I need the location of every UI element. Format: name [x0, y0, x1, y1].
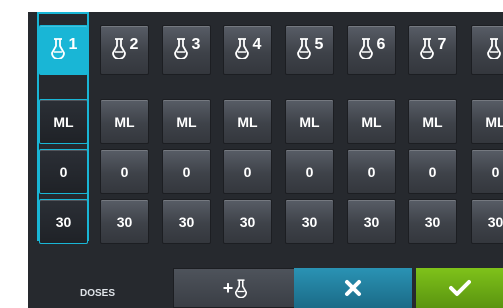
cancel-button[interactable]	[294, 268, 412, 308]
dose-amount-field[interactable]: 30	[223, 199, 272, 244]
unit-button[interactable]: ML	[347, 99, 396, 144]
flask-icon	[234, 278, 248, 298]
dose-value-field[interactable]: 0	[39, 149, 88, 194]
unit-button[interactable]: ML	[408, 99, 457, 144]
column-header-6[interactable]: 6	[347, 25, 396, 75]
flask-icon	[296, 37, 312, 64]
column-header-8[interactable]	[471, 25, 503, 75]
dose-column-3[interactable]: 3 ML 0 30	[160, 12, 222, 244]
dose-value-field[interactable]: 0	[347, 149, 396, 194]
column-header-3[interactable]: 3	[162, 25, 211, 75]
flask-icon	[358, 37, 374, 64]
column-header-2[interactable]: 2	[100, 25, 149, 75]
dose-value-field[interactable]: 0	[408, 149, 457, 194]
dose-value-field[interactable]: 0	[285, 149, 334, 194]
dose-value-field[interactable]: 0	[100, 149, 149, 194]
dose-amount-field[interactable]: 30	[100, 199, 149, 244]
dose-column-1[interactable]: 1 ML 0 30	[37, 12, 99, 244]
unit-button[interactable]: ML	[223, 99, 272, 144]
check-icon	[448, 279, 471, 297]
dose-amount-field[interactable]: 30	[285, 199, 334, 244]
unit-button[interactable]: ML	[471, 99, 503, 144]
dose-value-field[interactable]: 0	[223, 149, 272, 194]
flask-icon	[50, 37, 66, 64]
dose-column-2[interactable]: 2 ML 0 30	[98, 12, 160, 244]
column-number: 5	[314, 36, 324, 53]
column-number: 7	[437, 36, 447, 53]
column-number: 3	[191, 36, 201, 53]
column-number: 4	[252, 36, 262, 53]
dose-column-8[interactable]: ML 0 30	[469, 12, 503, 244]
dose-column-7[interactable]: 7 ML 0 30	[406, 12, 468, 244]
dose-panel: 1 ML 0 30 2 ML 0 30 3 ML 0 30 4 ML 0 30 …	[28, 12, 503, 308]
column-header-7[interactable]: 7	[408, 25, 457, 75]
column-header-1[interactable]: 1	[39, 25, 88, 75]
unit-button[interactable]: ML	[162, 99, 211, 144]
dose-amount-field[interactable]: 30	[162, 199, 211, 244]
unit-button[interactable]: ML	[285, 99, 334, 144]
unit-button[interactable]: ML	[39, 99, 88, 144]
dose-column-6[interactable]: 6 ML 0 30	[345, 12, 407, 244]
flask-icon	[234, 37, 250, 64]
close-icon	[344, 279, 362, 297]
flask-icon	[419, 37, 435, 64]
dose-amount-field[interactable]: 30	[347, 199, 396, 244]
unit-button[interactable]: ML	[100, 99, 149, 144]
column-header-4[interactable]: 4	[223, 25, 272, 75]
dose-amount-field[interactable]: 30	[39, 199, 88, 244]
dose-value-field[interactable]: 0	[162, 149, 211, 194]
dose-amount-field[interactable]: 30	[408, 199, 457, 244]
dose-amount-field[interactable]: 30	[471, 199, 503, 244]
flask-icon	[111, 37, 127, 64]
dose-value-field[interactable]: 0	[471, 149, 503, 194]
doses-label: DOSES	[80, 288, 116, 299]
dose-column-5[interactable]: 5 ML 0 30	[283, 12, 345, 244]
confirm-button[interactable]	[416, 268, 503, 308]
plus-sign: +	[222, 277, 234, 298]
flask-icon	[173, 37, 189, 64]
column-number: 2	[129, 36, 139, 53]
add-dose-button[interactable]: +	[173, 268, 298, 308]
column-number: 1	[68, 36, 78, 53]
column-number: 6	[376, 36, 386, 53]
dose-column-4[interactable]: 4 ML 0 30	[221, 12, 283, 244]
flask-icon	[486, 37, 502, 64]
column-header-5[interactable]: 5	[285, 25, 334, 75]
